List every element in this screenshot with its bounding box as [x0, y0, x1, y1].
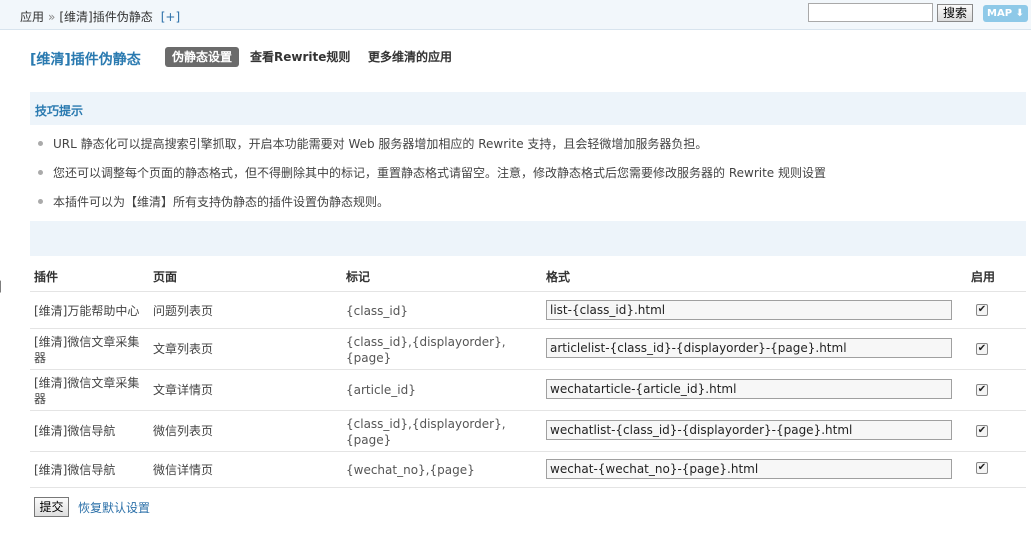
breadcrumb-root[interactable]: 应用 — [20, 10, 44, 24]
breadcrumb-separator: » — [48, 10, 56, 24]
enable-checkbox[interactable]: ✔ — [976, 462, 988, 474]
row-divider — [30, 369, 1026, 370]
cell-page: 微信详情页 — [153, 463, 214, 477]
format-input[interactable] — [546, 420, 952, 440]
enable-checkbox[interactable]: ✔ — [976, 343, 988, 355]
format-input[interactable] — [546, 379, 952, 399]
tips-title: 技巧提示 — [35, 104, 84, 118]
row-divider — [30, 291, 1026, 292]
page-title: [维清]插件伪静态 — [30, 52, 141, 68]
enable-checkbox[interactable]: ✔ — [976, 425, 988, 437]
format-input[interactable] — [546, 338, 952, 358]
row-divider — [30, 451, 1026, 452]
column-header-page: 页面 — [153, 270, 178, 284]
cell-mark: {wechat_no},{page} — [346, 463, 475, 477]
cell-mark: {article_id} — [346, 383, 416, 397]
enable-checkbox[interactable]: ✔ — [976, 384, 988, 396]
column-header-format: 格式 — [546, 270, 571, 284]
tip-item: URL 静态化可以提高搜索引擎抓取，开启本功能需要对 Web 服务器增加相应的 … — [38, 135, 707, 152]
cell-plugin: [维清]微信导航 — [34, 424, 116, 438]
map-label: MAP — [987, 8, 1013, 19]
bullet-icon — [38, 141, 43, 146]
cell-mark: {class_id},{displayorder},{page} — [346, 417, 506, 447]
cell-mark: {class_id} — [346, 304, 409, 318]
bullet-icon — [38, 170, 43, 175]
breadcrumb-current: [维清]插件伪静态 — [59, 10, 153, 24]
cell-page: 文章列表页 — [153, 342, 214, 356]
enable-checkbox[interactable]: ✔ — [976, 304, 988, 316]
tip-item: 您还可以调整每个页面的静态格式，但不得删除其中的标记，重置静态格式请留空。注意，… — [38, 164, 826, 181]
cell-mark: {class_id},{displayorder},{page} — [346, 335, 506, 365]
format-input[interactable] — [546, 459, 952, 479]
row-divider — [30, 410, 1026, 411]
tips-header: 技巧提示 — [30, 92, 1026, 125]
cell-page: 微信列表页 — [153, 424, 214, 438]
tip-item: 本插件可以为【维清】所有支持伪静态的插件设置伪静态规则。 — [38, 193, 389, 210]
section-divider-bar — [30, 221, 1026, 256]
tab-more-apps[interactable]: 更多维清的应用 — [368, 47, 452, 67]
tab-rewrite-settings[interactable]: 伪静态设置 — [165, 47, 240, 67]
row-divider — [30, 487, 1026, 488]
tip-text: 本插件可以为【维清】所有支持伪静态的插件设置伪静态规则。 — [53, 195, 390, 209]
map-button[interactable]: MAP ⬇ — [983, 5, 1028, 22]
column-header-enable: 启用 — [971, 270, 996, 284]
row-divider — [30, 328, 1026, 329]
cell-page: 文章详情页 — [153, 383, 214, 397]
cell-plugin: [维清]微信文章采集器 — [34, 335, 140, 365]
cell-plugin: [维清]微信文章采集器 — [34, 376, 140, 406]
submit-button[interactable]: 提交 — [34, 497, 69, 517]
search-input[interactable] — [808, 3, 933, 22]
top-bar: 应用 » [维清]插件伪静态 [+] 搜索 MAP ⬇ — [0, 0, 1031, 30]
column-header-mark: 标记 — [346, 270, 371, 284]
format-input[interactable] — [546, 300, 952, 320]
tab-view-rewrite-rules[interactable]: 查看Rewrite规则 — [250, 47, 350, 67]
reset-default-link[interactable]: 恢复默认设置 — [78, 499, 150, 516]
cell-plugin: [维清]万能帮助中心 — [34, 304, 140, 318]
arrow-down-icon: ⬇ — [1015, 8, 1024, 19]
search-button[interactable]: 搜索 — [937, 4, 973, 22]
breadcrumb: 应用 » [维清]插件伪静态 [+] — [20, 8, 180, 25]
tip-text: URL 静态化可以提高搜索引擎抓取，开启本功能需要对 Web 服务器增加相应的 … — [53, 137, 708, 151]
column-header-plugin: 插件 — [34, 270, 59, 284]
cell-plugin: [维清]微信导航 — [34, 463, 116, 477]
left-edge-marker: ▏ — [0, 282, 8, 293]
add-shortcut-link[interactable]: [+] — [161, 10, 180, 24]
tip-text: 您还可以调整每个页面的静态格式，但不得删除其中的标记，重置静态格式请留空。注意，… — [53, 166, 826, 180]
bullet-icon — [38, 199, 43, 204]
cell-page: 问题列表页 — [153, 304, 214, 318]
